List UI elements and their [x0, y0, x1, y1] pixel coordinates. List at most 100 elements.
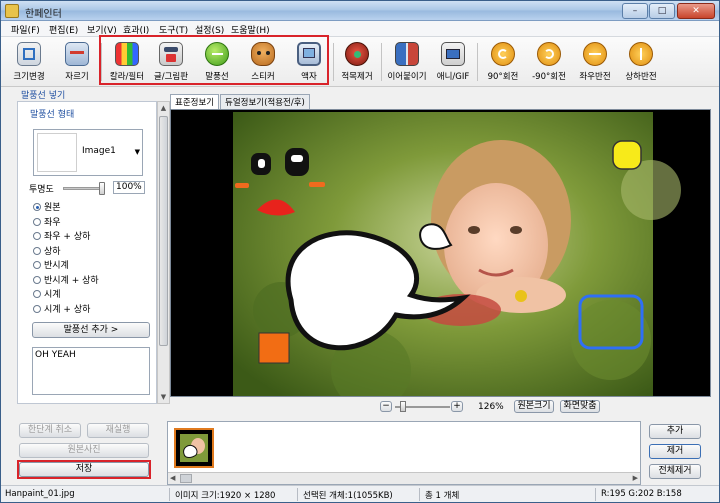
panel-scrollbar[interactable]: ▲ ▼ — [157, 101, 170, 404]
tool-crop[interactable]: 자르기 — [53, 40, 101, 86]
tool-flip-v[interactable]: 상하반전 — [617, 40, 665, 86]
tool-rotate-ccw[interactable]: -90°회전 — [525, 40, 573, 86]
strip-scroll-thumb[interactable] — [180, 474, 192, 483]
tool-label: -90°회전 — [532, 72, 566, 82]
close-button[interactable]: ✕ — [677, 3, 715, 19]
image-thumbnail[interactable] — [174, 428, 214, 468]
original-size-button[interactable]: 원본크기 — [514, 400, 554, 413]
eye-sticker-highlight — [258, 159, 265, 168]
save-highlight-box — [17, 460, 151, 479]
panel-title: 말풍선 넣기 — [21, 91, 66, 101]
direction-option[interactable]: 반시계 + 상하 — [33, 273, 99, 286]
direction-option[interactable]: 원본 — [33, 200, 61, 213]
window-title: 한페인터 — [25, 9, 62, 20]
toolbar-divider — [381, 43, 382, 81]
app-window: 한페인터 – □ ✕ 파일(F) 편집(E) 보기(V) 효과(I) 도구(T)… — [0, 0, 720, 503]
radio-icon[interactable] — [33, 304, 41, 313]
menu-edit[interactable]: 편집(E) — [49, 23, 78, 36]
status-divider — [595, 488, 596, 501]
tool-label: 90°회전 — [487, 72, 519, 82]
menu-file[interactable]: 파일(F) — [11, 23, 40, 36]
opacity-slider-track[interactable] — [63, 187, 103, 190]
radio-label: 시계 + 상하 — [44, 304, 91, 315]
remove-all-button[interactable]: 전체제거 — [649, 464, 701, 479]
tool-label: 적목제거 — [341, 72, 373, 82]
opacity-value[interactable]: 100% — [113, 181, 145, 194]
radio-icon[interactable] — [33, 217, 41, 226]
tool-flip-h[interactable]: 좌우반전 — [571, 40, 619, 86]
radio-label: 반시계 — [44, 261, 69, 271]
radio-icon[interactable] — [33, 232, 41, 240]
resize-icon — [17, 42, 41, 66]
maximize-button[interactable]: □ — [649, 3, 675, 19]
crop-icon — [65, 42, 89, 66]
app-logo-icon — [5, 4, 19, 18]
zoom-value: 126% — [478, 402, 504, 412]
scroll-down-icon[interactable]: ▼ — [159, 392, 168, 402]
chevron-down-icon: ▼ — [134, 148, 140, 156]
shape-preview — [37, 133, 77, 172]
radio-icon[interactable] — [33, 275, 41, 284]
radio-label: 원본 — [44, 203, 61, 213]
tab-dual-view[interactable]: 듀얼정보기(적용전/후) — [220, 94, 310, 109]
image-canvas[interactable] — [170, 109, 711, 397]
radio-label: 상하 — [44, 246, 61, 257]
radio-label: 시계 — [44, 290, 61, 300]
radio-icon[interactable] — [33, 246, 41, 255]
cheek-sticker[interactable] — [235, 183, 249, 188]
photo-canvas-svg[interactable] — [171, 110, 711, 397]
scroll-up-icon[interactable]: ▲ — [159, 103, 168, 113]
radio-icon[interactable] — [33, 261, 41, 269]
fit-screen-button[interactable]: 화면맞춤 — [560, 400, 600, 413]
image-strip: ◀ ▶ — [167, 421, 641, 485]
thumbnail-preview — [180, 434, 208, 462]
tool-resize[interactable]: 크기변경 — [5, 40, 53, 86]
shape-value: Image1 — [82, 146, 116, 156]
bubble-text-input[interactable]: OH YEAH — [32, 347, 150, 395]
status-bar: Hanpaint_01.jpg 이미지 크기:1920 × 1280 선택된 개… — [1, 485, 719, 502]
bubble-shape-select[interactable]: Image1 ▼ — [33, 129, 143, 176]
add-bubble-button[interactable]: 말풍선 추가 > — [32, 322, 150, 338]
flip-h-icon — [583, 42, 607, 66]
orange-square-sticker[interactable] — [258, 332, 290, 364]
scroll-thumb[interactable] — [159, 116, 168, 346]
yellow-square-sticker[interactable] — [612, 140, 642, 170]
zoom-in-button[interactable]: + — [451, 401, 463, 412]
tab-standard-view[interactable]: 표준정보기 — [170, 94, 220, 110]
direction-option[interactable]: 반시계 — [33, 258, 69, 271]
status-total: 총 1 개체 — [425, 491, 460, 501]
opacity-label: 투명도 — [29, 185, 54, 195]
remove-image-button[interactable]: 제거 — [649, 444, 701, 459]
opacity-slider-handle[interactable] — [99, 182, 105, 195]
zoom-slider-handle[interactable] — [400, 401, 406, 412]
radio-icon[interactable] — [33, 203, 41, 211]
scroll-right-icon[interactable]: ▶ — [633, 474, 638, 482]
direction-option[interactable]: 상하 — [33, 244, 61, 257]
direction-option[interactable]: 시계 + 상하 — [33, 302, 90, 315]
group-title: 말풍선 형태 — [30, 110, 75, 120]
undo-button[interactable]: 한단계 취소 — [19, 423, 81, 438]
tool-gif[interactable]: 애니/GIF — [429, 40, 477, 86]
radio-icon[interactable] — [33, 290, 41, 298]
direction-option[interactable]: 시계 — [33, 287, 61, 300]
rotate-cw-icon — [491, 42, 515, 66]
toolbar-divider — [477, 43, 478, 81]
direction-option[interactable]: 좌우 + 상하 — [33, 229, 90, 242]
tool-label: 이어붙이기 — [387, 72, 427, 82]
direction-option[interactable]: 좌우 — [33, 215, 61, 228]
scroll-left-icon[interactable]: ◀ — [170, 474, 175, 482]
minimize-button[interactable]: – — [622, 3, 648, 19]
strip-scrollbar[interactable]: ◀ ▶ — [168, 472, 640, 484]
grass-blur — [571, 300, 651, 380]
original-photo-button[interactable]: 원본사진 — [19, 443, 149, 458]
tool-red-eye[interactable]: 적목제거 — [333, 40, 381, 86]
redo-button[interactable]: 재실행 — [87, 423, 149, 438]
cheek-sticker[interactable] — [309, 182, 325, 187]
tool-label: 애니/GIF — [436, 72, 470, 82]
radio-label: 좌우 + 상하 — [44, 232, 91, 242]
tool-label: 상하반전 — [625, 72, 657, 82]
add-image-button[interactable]: 추가 — [649, 424, 701, 439]
tool-rotate-cw[interactable]: 90°회전 — [479, 40, 527, 86]
zoom-out-button[interactable]: − — [380, 401, 392, 412]
tool-merge[interactable]: 이어붙이기 — [383, 40, 431, 86]
